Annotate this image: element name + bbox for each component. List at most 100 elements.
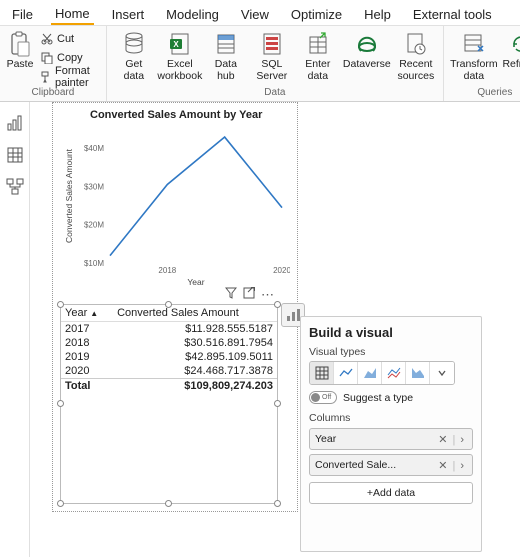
svg-text:$30M: $30M xyxy=(84,182,104,191)
enter-data-icon xyxy=(304,30,332,58)
recent-icon xyxy=(402,30,430,58)
build-visual-pane: Build a visual Visual types Off Suggest … xyxy=(300,316,482,552)
table-row[interactable]: 2019$42.895.109.5011 xyxy=(61,350,277,364)
group-clipboard: Paste Cut Copy Format painter Clipboard xyxy=(0,26,107,101)
columns-label: Columns xyxy=(309,412,473,424)
cut-button[interactable]: Cut xyxy=(38,30,100,48)
table-total-row: Total$109,809,274.203 xyxy=(61,379,277,394)
queries-group-label: Queries xyxy=(477,86,512,99)
refresh-button[interactable]: Refresh xyxy=(502,28,520,71)
filter-icon[interactable] xyxy=(225,287,237,303)
sql-server-button[interactable]: SQL Server xyxy=(251,28,293,82)
recent-label: Recent sources xyxy=(397,59,434,82)
tab-file[interactable]: File xyxy=(8,5,37,24)
dataverse-button[interactable]: Dataverse xyxy=(343,28,391,71)
line-chart-visual[interactable]: Converted Sales Amount by Year $10M$20M$… xyxy=(60,107,290,292)
scissors-icon xyxy=(40,32,54,46)
svg-text:2020: 2020 xyxy=(273,266,290,275)
vt-table[interactable] xyxy=(310,362,334,384)
remove-field-icon[interactable]: ✕ xyxy=(436,434,450,446)
data-group-label: Data xyxy=(264,86,285,99)
suggest-label: Suggest a type xyxy=(343,392,413,404)
data-hub-button[interactable]: Data hub xyxy=(205,28,247,82)
clipboard-group-label: Clipboard xyxy=(32,86,75,99)
report-view-icon[interactable] xyxy=(6,114,24,132)
tab-home[interactable]: Home xyxy=(51,4,94,25)
data-view-icon[interactable] xyxy=(6,146,24,164)
copy-icon xyxy=(40,51,54,65)
get-data-label: Get data xyxy=(124,59,144,82)
suggest-type-toggle[interactable]: Off xyxy=(309,391,337,404)
data-hub-label: Data hub xyxy=(215,59,237,82)
svg-text:$40M: $40M xyxy=(84,144,104,153)
tab-modeling[interactable]: Modeling xyxy=(162,5,223,24)
model-view-icon[interactable] xyxy=(6,178,24,196)
table-row[interactable]: 2020$24.468.717.3878 xyxy=(61,364,277,379)
format-painter-button[interactable]: Format painter xyxy=(38,68,100,86)
remove-field-icon[interactable]: ✕ xyxy=(436,460,450,472)
paintbrush-icon xyxy=(40,70,52,84)
field-year[interactable]: Year ✕|› xyxy=(309,428,473,450)
data-hub-icon xyxy=(212,30,240,58)
vt-line[interactable] xyxy=(334,362,358,384)
chart-title: Converted Sales Amount by Year xyxy=(60,107,290,121)
svg-text:Year: Year xyxy=(187,277,204,287)
field-sales-label: Converted Sale... xyxy=(315,459,396,471)
pane-title: Build a visual xyxy=(309,325,473,340)
add-data-button[interactable]: +Add data xyxy=(309,482,473,504)
vt-more[interactable] xyxy=(430,362,454,384)
data-table: Year ▲ Converted Sales Amount 2017$11.92… xyxy=(61,305,277,393)
visual-types-label: Visual types xyxy=(309,346,473,358)
dataverse-label: Dataverse xyxy=(343,59,391,71)
svg-text:$10M: $10M xyxy=(84,259,104,268)
paste-label: Paste xyxy=(7,59,34,71)
chart-svg: $10M $20M $30M $40M Converted Sales Amount 20… xyxy=(60,121,290,291)
table-row[interactable]: 2018$30.516.891.7954 xyxy=(61,336,277,350)
vt-area-up[interactable] xyxy=(358,362,382,384)
focus-mode-icon[interactable] xyxy=(243,287,255,303)
sql-icon xyxy=(258,30,286,58)
paste-button[interactable]: Paste xyxy=(6,28,34,71)
refresh-icon xyxy=(507,30,520,58)
excel-label: Excel workbook xyxy=(157,59,202,82)
report-canvas: Converted Sales Amount by Year $10M$20M$… xyxy=(30,102,520,557)
group-queries: Transform data Refresh Queries xyxy=(444,26,520,101)
field-menu-icon[interactable]: › xyxy=(458,434,467,446)
sql-label: SQL Server xyxy=(256,59,287,82)
table-row[interactable]: 2017$11.928.555.5187 xyxy=(61,322,277,337)
excel-workbook-button[interactable]: X Excel workbook xyxy=(159,28,201,82)
field-menu-icon[interactable]: › xyxy=(458,460,467,472)
more-options-icon[interactable]: ⋯ xyxy=(261,287,275,303)
cut-label: Cut xyxy=(57,33,74,45)
get-data-button[interactable]: Get data xyxy=(113,28,155,82)
clipboard-icon xyxy=(6,30,34,58)
copy-label: Copy xyxy=(57,52,83,64)
dataverse-icon xyxy=(353,30,381,58)
ribbon-tabs: File Home Insert Modeling View Optimize … xyxy=(0,0,520,26)
nav-rail xyxy=(0,102,30,557)
tab-view[interactable]: View xyxy=(237,5,273,24)
vt-line-multi[interactable] xyxy=(382,362,406,384)
tab-insert[interactable]: Insert xyxy=(108,5,149,24)
svg-text:$20M: $20M xyxy=(84,221,104,230)
group-data: Get data X Excel workbook Data hub SQL S… xyxy=(107,26,444,101)
col-year[interactable]: Year ▲ xyxy=(61,305,113,322)
chart-icon xyxy=(285,307,301,323)
refresh-label: Refresh xyxy=(502,59,520,71)
tab-external-tools[interactable]: External tools xyxy=(409,5,496,24)
visual-toolbar: ⋯ xyxy=(225,287,275,303)
col-amount[interactable]: Converted Sales Amount xyxy=(113,305,277,322)
vt-area-down[interactable] xyxy=(406,362,430,384)
tab-help[interactable]: Help xyxy=(360,5,395,24)
recent-sources-button[interactable]: Recent sources xyxy=(395,28,437,82)
enter-data-label: Enter data xyxy=(305,59,330,82)
field-converted-sales[interactable]: Converted Sale... ✕|› xyxy=(309,454,473,476)
enter-data-button[interactable]: Enter data xyxy=(297,28,339,82)
transform-icon xyxy=(460,30,488,58)
table-visual[interactable]: ⋯ Year ▲ Converted Sales Amount 2017$11.… xyxy=(60,304,278,504)
transform-data-button[interactable]: Transform data xyxy=(450,28,498,82)
database-icon xyxy=(120,30,148,58)
svg-text:Converted Sales Amount: Converted Sales Amount xyxy=(64,148,74,243)
svg-text:X: X xyxy=(173,40,179,49)
tab-optimize[interactable]: Optimize xyxy=(287,5,346,24)
